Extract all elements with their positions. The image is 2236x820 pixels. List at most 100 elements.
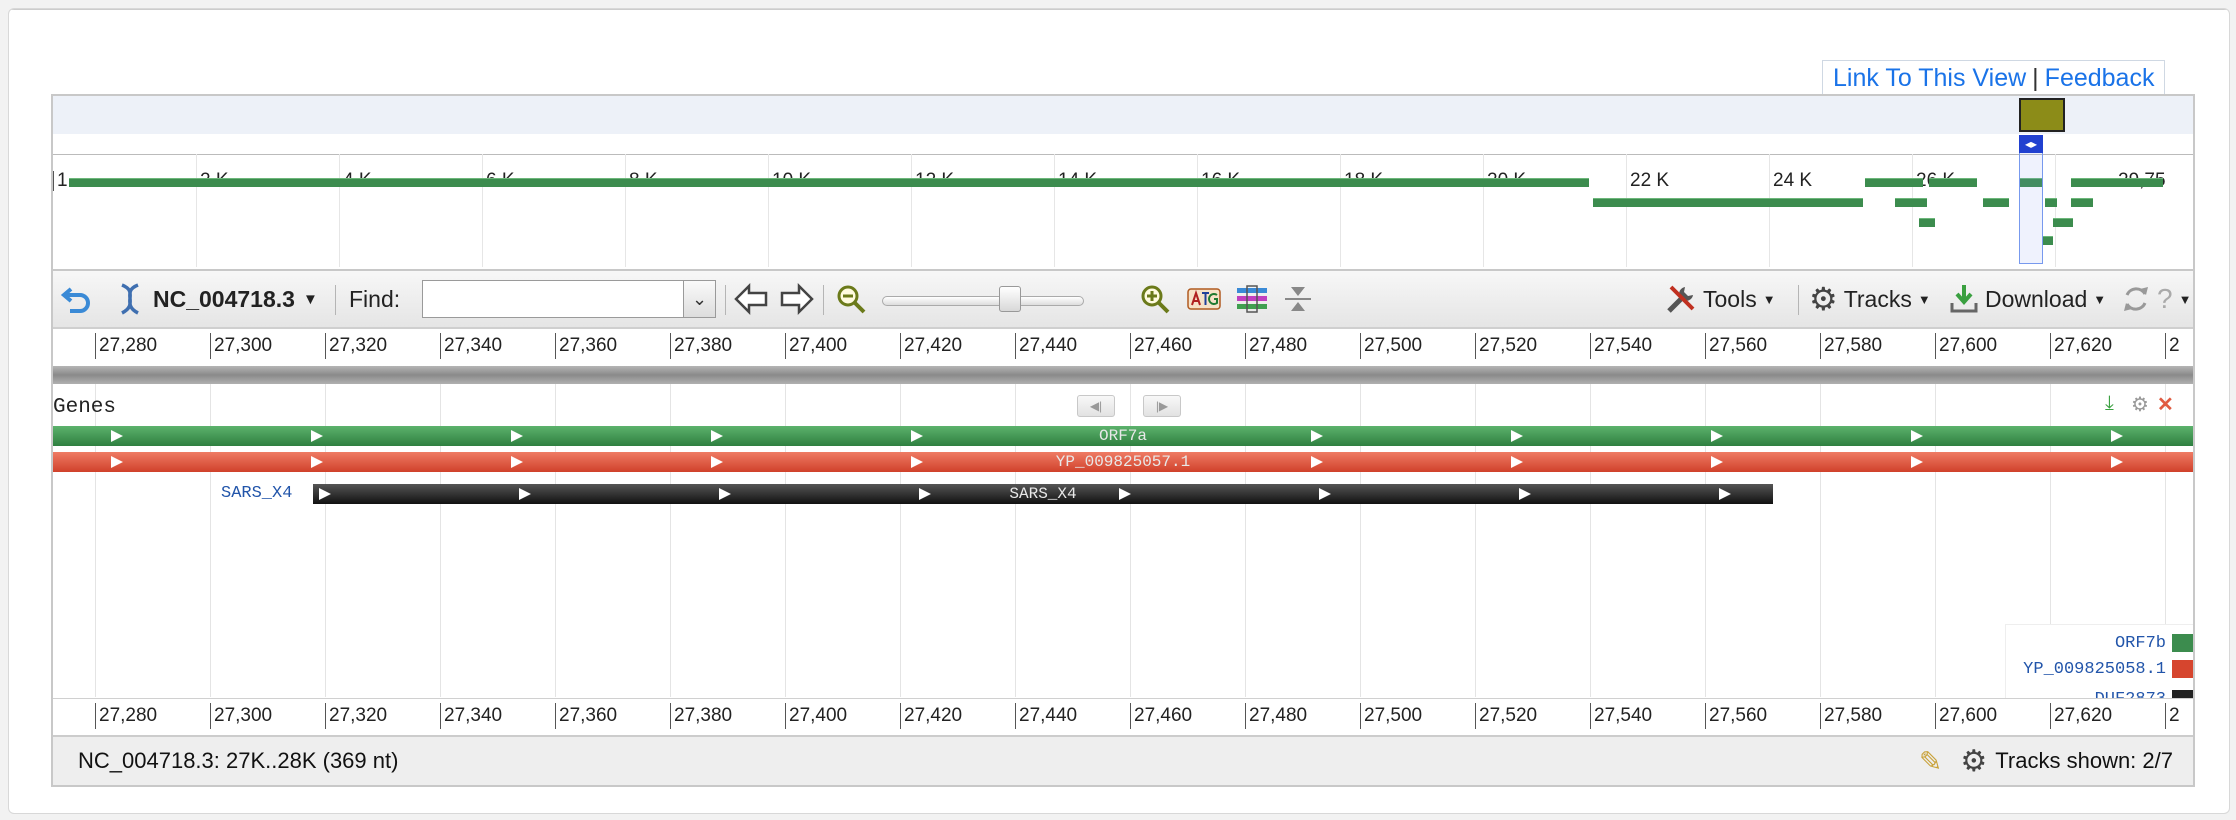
status-bar: NC_004718.3: 27K..28K (369 nt) ✎ ⚙ Track… [53, 735, 2193, 785]
legend-item-orf7b[interactable]: ORF7b [2115, 633, 2193, 653]
strand-arrow-icon [719, 488, 731, 500]
overview-feature [2043, 236, 2053, 245]
ruler-label: 2 [2165, 703, 2180, 729]
sequence-name: NC_004718.3 [153, 285, 295, 312]
edit-pencil-icon[interactable]: ✎ [1919, 745, 1942, 778]
zoom-out-icon [837, 285, 866, 314]
overview-feature [2071, 178, 2163, 187]
overview-tick-label: 22 K [1626, 171, 1669, 191]
legend-swatch [2172, 660, 2193, 678]
strand-arrow-icon [1519, 488, 1531, 500]
ruler-label: 27,380 [670, 703, 732, 729]
find-input[interactable] [422, 280, 684, 318]
ruler-label: 27,620 [2050, 703, 2112, 729]
next-feature-button[interactable]: |▶ [1143, 395, 1181, 417]
ruler-label: 27,460 [1130, 333, 1192, 359]
highlight-button[interactable] [1235, 271, 1269, 327]
overview-feature [1865, 178, 1923, 187]
track-area[interactable]: Genes ◀| |▶ ⤓ ⚙ ✕ ORF7a YP_009825057.1 S… [53, 384, 2193, 718]
previous-feature-button[interactable]: ◀| [1077, 395, 1115, 417]
top-ruler: 27,280 27,300 27,320 27,340 27,360 27,38… [53, 329, 2193, 365]
tools-menu-button[interactable]: Tools ▼ [1665, 271, 1776, 327]
overview-gridline [2055, 154, 2056, 267]
gear-icon[interactable]: ⚙ [2131, 392, 2149, 417]
overview-feature [1895, 198, 1927, 207]
genome-browser: 1 2 K 4 K 6 K 8 K 10 K 12 K 14 K 16 K 18… [51, 94, 2195, 787]
ruler-label: 27,480 [1245, 333, 1307, 359]
download-icon[interactable]: ⤓ [2105, 392, 2114, 415]
back-button[interactable] [61, 271, 93, 327]
zoom-out-button[interactable] [835, 271, 867, 327]
strand-arrow-icon [1319, 488, 1331, 500]
location-readout: NC_004718.3: 27K..28K (369 nt) [78, 748, 399, 773]
toolbar-separator [823, 285, 824, 315]
refresh-button[interactable] [2121, 271, 2151, 327]
strand-arrow-icon [911, 430, 923, 442]
scale-bar[interactable] [53, 366, 2193, 384]
track-title[interactable]: Genes [53, 396, 116, 419]
ruler-label: 27,420 [900, 703, 962, 729]
overview-gridline [1340, 154, 1341, 267]
chevron-down-icon: ▼ [1762, 291, 1776, 307]
overview-tick-label: 24 K [1769, 171, 1812, 191]
feature-sars-x4[interactable]: SARS_X4 [313, 484, 1773, 504]
overview-gridline [625, 154, 626, 267]
pan-left-button[interactable] [733, 271, 769, 327]
dna-icon [121, 283, 139, 315]
ruler-label: 27,320 [325, 703, 387, 729]
strand-arrow-icon [519, 488, 531, 500]
overview-location-band[interactable] [53, 96, 2193, 134]
zoom-slider-handle[interactable] [999, 286, 1021, 312]
highlight-tracks-icon [1237, 285, 1267, 313]
strand-arrow-icon [1711, 430, 1723, 442]
strand-arrow-icon [1511, 456, 1523, 468]
show-sequence-button[interactable] [1187, 271, 1221, 327]
strand-arrow-icon [1311, 456, 1323, 468]
tracks-menu-button[interactable]: ⚙ Tracks ▼ [1809, 271, 1931, 327]
strand-arrow-icon [1719, 488, 1731, 500]
ruler-label: 27,560 [1705, 703, 1767, 729]
feature-side-label[interactable]: SARS_X4 [221, 484, 292, 503]
overview-region-marker[interactable] [2019, 98, 2065, 132]
strand-arrow-icon [111, 430, 123, 442]
ruler-label: 27,340 [440, 333, 502, 359]
help-menu-button[interactable]: ? ▼ [2157, 271, 2191, 327]
download-menu-button[interactable]: Download ▼ [1949, 271, 2106, 327]
feature-label: ORF7a [1098, 427, 1147, 445]
chevron-down-icon: ▼ [1917, 291, 1931, 307]
ruler-label: 27,380 [670, 333, 732, 359]
pan-right-button[interactable] [779, 271, 815, 327]
collapse-tracks-button[interactable] [1283, 271, 1313, 327]
page-frame: Link To This View|Feedback 1 2 K 4 K 6 K… [8, 8, 2230, 814]
overview-drag-handle[interactable]: ◂▸ [2019, 135, 2043, 153]
gear-icon[interactable]: ⚙ [1960, 744, 1987, 779]
overview-current-view[interactable] [2019, 136, 2043, 264]
find-dropdown-button[interactable]: ⌄ [684, 280, 716, 318]
atg-sequence-icon [1187, 288, 1221, 310]
toolbar: NC_004718.3 ▼ Find: ⌄ Tools ▼ ⚙ Tracks ▼… [53, 271, 2193, 329]
close-icon[interactable]: ✕ [2157, 392, 2174, 417]
ruler-label: 27,520 [1475, 333, 1537, 359]
overview-feature [1919, 218, 1935, 227]
overview-panel[interactable]: 1 2 K 4 K 6 K 8 K 10 K 12 K 14 K 16 K 18… [53, 96, 2193, 271]
toolbar-separator [1798, 285, 1799, 315]
legend-item-yp-009825058-1[interactable]: YP_009825058.1 [2023, 659, 2193, 679]
ruler-label: 27,540 [1590, 703, 1652, 729]
zoom-slider-track[interactable] [882, 296, 1084, 306]
sequence-selector[interactable]: NC_004718.3 ▼ [115, 271, 318, 327]
strand-arrow-icon [1119, 488, 1131, 500]
ruler-label: 27,300 [210, 333, 272, 359]
link-to-this-view-link[interactable]: Link To This View [1833, 64, 2026, 92]
overview-gridline [482, 154, 483, 267]
tools-label: Tools [1703, 285, 1757, 312]
ruler-label: 27,520 [1475, 703, 1537, 729]
feature-yp-009825057-1[interactable]: YP_009825057.1 [53, 452, 2193, 472]
feature-orf7a[interactable]: ORF7a [53, 426, 2193, 446]
feedback-link[interactable]: Feedback [2045, 64, 2155, 92]
overview-gridline [1769, 154, 1770, 267]
tracks-label: Tracks [1843, 285, 1912, 312]
zoom-in-button[interactable] [1139, 271, 1171, 327]
arrow-right-icon [780, 282, 814, 316]
arrow-left-icon [734, 282, 768, 316]
ruler-label: 27,600 [1935, 333, 1997, 359]
